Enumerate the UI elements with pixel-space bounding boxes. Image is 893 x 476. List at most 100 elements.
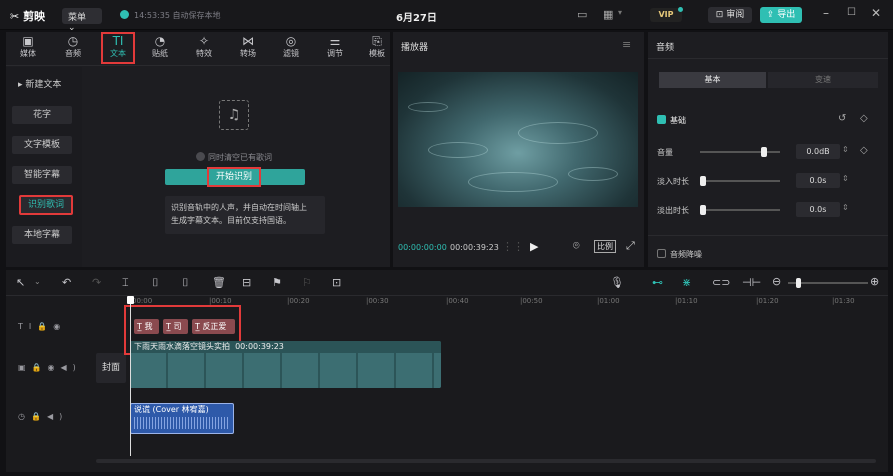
review-button[interactable]: ⊡ 审阅 (708, 7, 752, 23)
video-clip[interactable]: 下雨天雨水滴落空镜头实拍 00:00:39:23 (130, 341, 441, 388)
reset-icon[interactable]: ↺ (838, 113, 846, 124)
tool-label: 媒体 (20, 49, 36, 58)
speaker-icon[interactable]: ◀) (61, 363, 82, 372)
auto-snap-icon[interactable]: ⋇ (682, 276, 691, 289)
preview-axis-icon[interactable]: ⊣⊢ (742, 276, 761, 289)
crop-icon[interactable]: ⌾ (573, 239, 580, 253)
volume-value[interactable]: 0.0dB (796, 144, 840, 159)
sidebar-item-local-caption[interactable]: 本地字幕 (12, 226, 72, 244)
sidebar-item-fancy-text[interactable]: 花字 (12, 106, 72, 124)
timeline-scrollbar[interactable] (96, 459, 876, 463)
redo-icon[interactable]: ↷ (92, 276, 101, 289)
sidebar-item-text-template[interactable]: 文字模板 (12, 136, 72, 154)
denoise-checkbox[interactable] (657, 249, 666, 258)
chevron-down-icon[interactable]: ▾ (618, 8, 622, 17)
tool-label: 贴纸 (152, 49, 168, 58)
keyframe-icon[interactable]: ◇ (860, 145, 868, 156)
stepper-icon[interactable]: ⇕ (842, 145, 849, 154)
layout-icon[interactable]: ▭ (577, 8, 587, 21)
lock-icon[interactable]: 🔒 (37, 322, 53, 331)
sidebar-item-lyrics[interactable]: 识别歌词 (19, 195, 73, 215)
fadeout-slider[interactable] (700, 209, 780, 211)
speaker-icon[interactable]: ◀) (47, 412, 68, 421)
basic-checkbox[interactable] (657, 115, 666, 124)
stepper-icon[interactable]: ⇕ (842, 203, 849, 212)
ruler-tick: |01:20 (756, 297, 779, 305)
keyframe-icon[interactable]: ◇ (860, 113, 868, 124)
tool-template[interactable]: ⎘ 模板 (360, 34, 394, 59)
video-clip-duration: 00:00:39:23 (235, 342, 284, 351)
link-icon[interactable]: ⊂⊃ (712, 276, 730, 289)
tool-audio[interactable]: ◷ 音频 (56, 34, 90, 59)
trim-left-icon[interactable]: ⌷ (152, 276, 159, 290)
filter-icon: ◎ (285, 34, 297, 48)
zoom-knob[interactable] (796, 278, 801, 288)
menu-icon[interactable]: ≡ (622, 38, 631, 51)
lock-icon[interactable]: 🔒 (31, 412, 47, 421)
stepper-icon[interactable]: ⇕ (842, 174, 849, 183)
export-button[interactable]: ⇪ 导出 (760, 7, 802, 23)
cover-button[interactable]: 封面 (96, 353, 126, 383)
sidebar-item-auto-caption[interactable]: 智能字幕 (12, 166, 72, 184)
tab-basic[interactable]: 基本 (659, 72, 766, 88)
tab-speed[interactable]: 变速 (768, 72, 878, 88)
eye-icon[interactable]: ◉ (53, 322, 66, 331)
lock-icon[interactable]: 🔒 (32, 363, 48, 372)
playhead-handle[interactable] (127, 296, 134, 304)
ruler-tick: |01:10 (675, 297, 698, 305)
video-thumbnails (130, 353, 441, 388)
close-icon[interactable]: ✕ (871, 6, 881, 20)
main-track-magnet-icon[interactable]: ⊷ (652, 276, 663, 289)
flag-icon[interactable]: ⚑ (272, 276, 282, 289)
audio-clip[interactable]: 说谎 (Cover 林宥嘉) (130, 403, 234, 434)
delete-icon[interactable]: 🗑 (212, 276, 226, 289)
split-icon[interactable]: ⌶ (122, 276, 129, 290)
fadeout-knob[interactable] (700, 205, 706, 215)
sidebar-item-new-text[interactable]: ▸ 新建文本 (12, 76, 72, 94)
tool-adjust[interactable]: ⚌ 调节 (318, 34, 352, 59)
tool-media[interactable]: ▣ 媒体 (11, 34, 45, 59)
zoom-out-icon[interactable]: ⊖ (772, 275, 781, 288)
fadein-value[interactable]: 0.0s (796, 173, 840, 188)
image-icon[interactable]: ⊡ (332, 276, 341, 289)
microphone-icon[interactable]: 🎙 (610, 276, 624, 289)
select-icon[interactable]: ↖ (16, 276, 25, 289)
menu-button[interactable]: 菜单 ⌄ (62, 8, 102, 33)
tool-text[interactable]: TI 文本 (101, 32, 135, 64)
text-clip[interactable]: T̲ 我 (134, 319, 159, 334)
project-title[interactable]: 6月27日 (396, 9, 437, 24)
volume-slider[interactable] (700, 151, 780, 153)
description-line: 识别音轨中的人声，并自动在时间轴上 (171, 203, 307, 212)
freeze-icon[interactable]: ⊟ (242, 276, 251, 289)
video-clip-header: 下雨天雨水滴落空镜头实拍 00:00:39:23 (130, 341, 441, 353)
tool-filter[interactable]: ◎ 滤镜 (274, 34, 308, 59)
divider (648, 235, 888, 236)
clear-lyrics-checkbox[interactable] (196, 152, 205, 161)
maximize-icon[interactable]: ☐ (847, 7, 856, 18)
screen-icon[interactable]: ▦ (603, 8, 613, 21)
chevron-down-icon[interactable]: ⌄ (34, 277, 41, 286)
start-recognition-button[interactable]: 开始识别 (207, 167, 261, 187)
fadein-knob[interactable] (700, 176, 706, 186)
text-clip[interactable]: T̲ 司 (163, 319, 188, 334)
zoom-in-icon[interactable]: ⊕ (870, 275, 879, 288)
text-clip[interactable]: T̲ 反正爱 (192, 319, 235, 334)
tool-transition[interactable]: ⋈ 转场 (231, 34, 265, 59)
ratio-button[interactable]: 比例 (594, 240, 616, 253)
audio-icon: ◷ (67, 34, 79, 48)
fullscreen-icon[interactable]: ⤢ (626, 239, 635, 253)
minimize-icon[interactable]: – (823, 6, 829, 20)
fadeout-value[interactable]: 0.0s (796, 202, 840, 217)
trim-right-icon[interactable]: ⌷ (182, 276, 189, 290)
volume-knob[interactable] (760, 147, 767, 157)
undo-icon[interactable]: ↶ (62, 276, 71, 289)
playhead[interactable] (130, 296, 131, 456)
cloud-saved-icon (120, 10, 129, 19)
eye-icon[interactable]: ◉ (48, 363, 61, 372)
tool-sticker[interactable]: ◔ 贴纸 (143, 34, 177, 59)
marker-icon[interactable]: ⚐ (302, 276, 312, 289)
play-icon[interactable]: ▶ (530, 240, 538, 253)
text-clip-icon: T̲ (195, 322, 200, 331)
tool-effects[interactable]: ✧ 特效 (187, 34, 221, 59)
fadein-slider[interactable] (700, 180, 780, 182)
